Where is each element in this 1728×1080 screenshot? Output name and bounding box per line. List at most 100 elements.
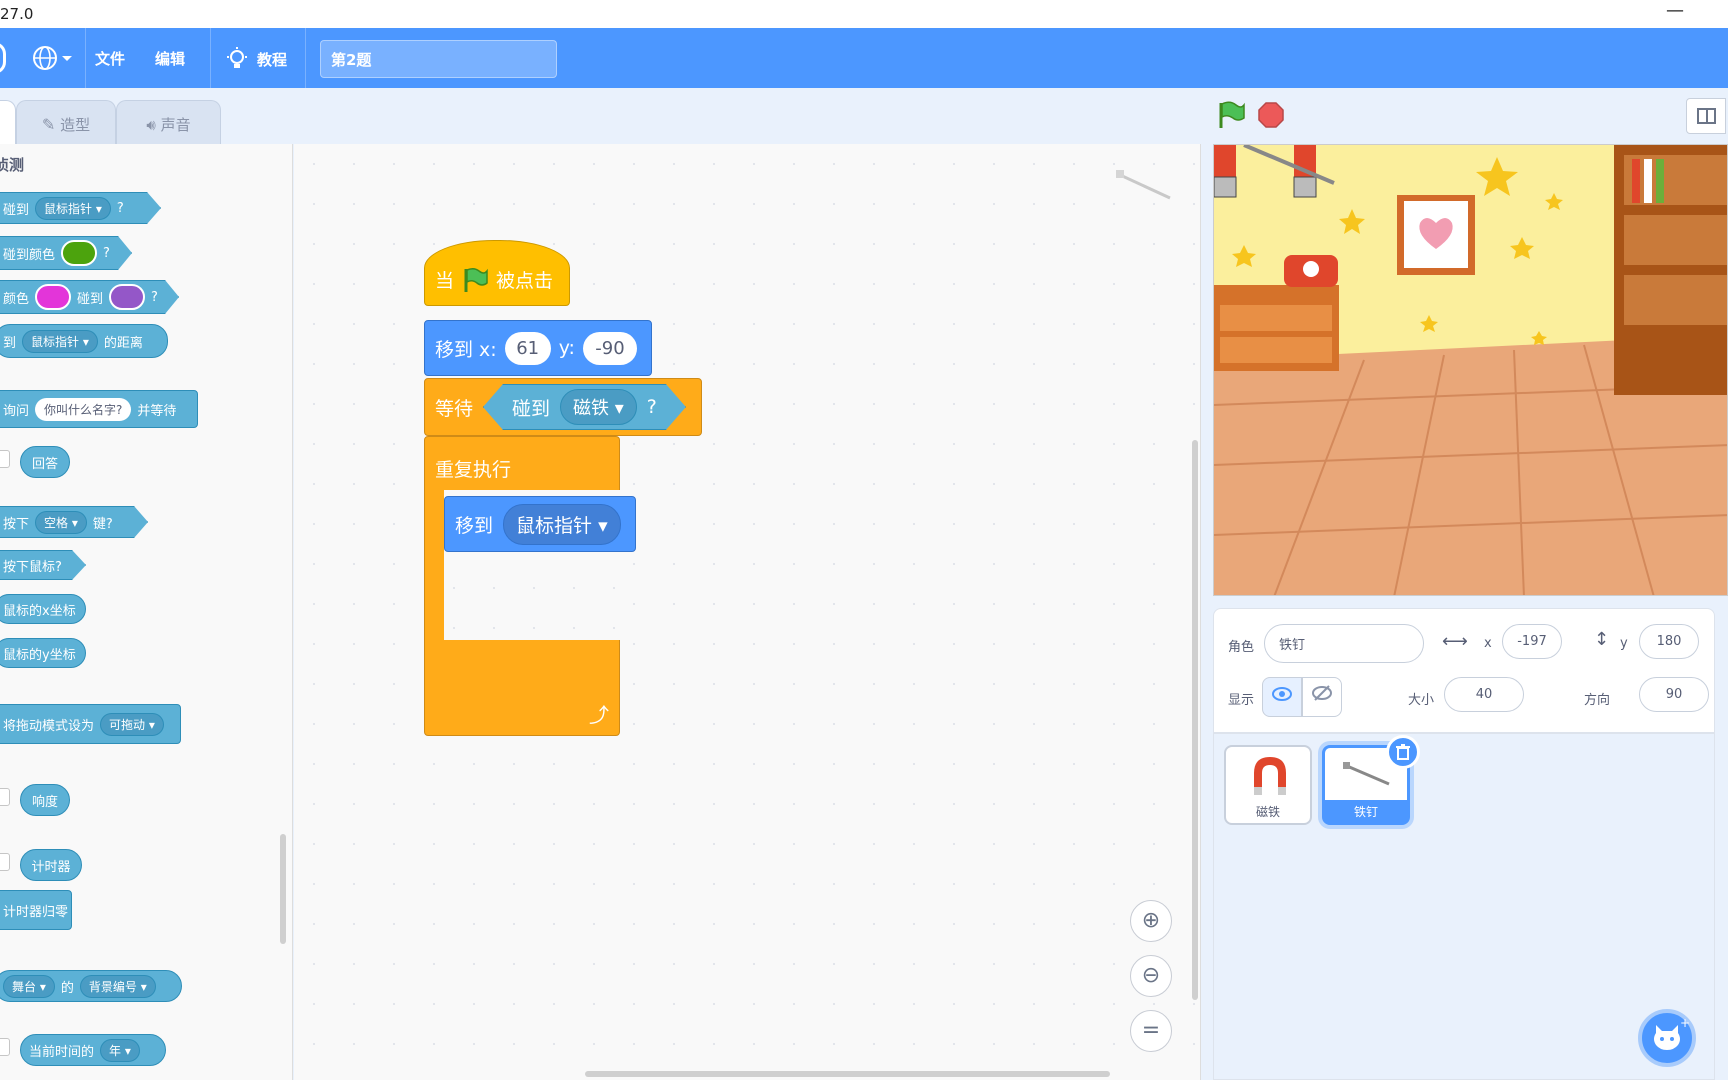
dropdown-current-unit[interactable]: 年 ▾: [100, 1038, 140, 1062]
dropdown-distance-target[interactable]: 鼠标指针 ▾: [22, 329, 98, 353]
zoom-reset-button[interactable]: =: [1130, 1010, 1172, 1052]
block-distance-to[interactable]: 到 鼠标指针 ▾ 的距离: [0, 324, 168, 358]
block-color-touching-color[interactable]: 颜色 碰到 ?: [0, 280, 179, 314]
sprite-y-input[interactable]: 180: [1639, 624, 1699, 659]
add-sprite-button[interactable]: +: [1638, 1009, 1696, 1067]
color-swatch[interactable]: [109, 284, 145, 310]
dropdown-value: 鼠标指针: [31, 334, 80, 349]
block-text: 计时器归零: [3, 904, 69, 920]
tab-sounds[interactable]: 🔊︎ 声音: [116, 100, 221, 144]
block-text: 碰到: [77, 291, 104, 307]
language-menu[interactable]: [32, 44, 76, 72]
block-timer[interactable]: 计时器: [20, 849, 82, 881]
dropdown-touching-object[interactable]: 磁铁 ▾: [560, 389, 637, 425]
ask-input[interactable]: 你叫什么名字?: [35, 397, 132, 421]
sprite-name-input[interactable]: 铁钉: [1264, 624, 1424, 663]
edit-menu[interactable]: 编辑: [155, 48, 185, 69]
trash-icon: [1396, 744, 1410, 760]
dropdown-value: 年: [109, 1043, 122, 1058]
block-text: 计时器: [31, 859, 71, 875]
color-swatch[interactable]: [35, 284, 71, 310]
block-of[interactable]: 舞台 ▾ 的 背景编号 ▾: [0, 970, 182, 1002]
dropdown-touching-target[interactable]: 鼠标指针 ▾: [35, 197, 111, 220]
sprite-direction-input[interactable]: 90: [1639, 677, 1709, 712]
dropdown-of-target[interactable]: 舞台 ▾: [3, 974, 55, 998]
globe-icon: [33, 46, 72, 70]
small-stage-button[interactable]: [1686, 98, 1726, 134]
sprite-thumbnail-magnet[interactable]: 磁铁: [1224, 745, 1312, 825]
block-text: 移到: [455, 514, 494, 537]
dropdown-of-property[interactable]: 背景编号 ▾: [79, 974, 156, 998]
current-time-checkbox[interactable]: [0, 1038, 10, 1056]
block-text: 鼠标的y坐标: [3, 647, 76, 663]
dropdown-go-to-target[interactable]: 鼠标指针 ▾: [503, 503, 621, 545]
minimize-button[interactable]: —: [1666, 0, 1684, 21]
block-text: 碰到: [512, 397, 551, 420]
workspace-vertical-scrollbar[interactable]: [1192, 440, 1198, 1000]
block-text: 当: [435, 270, 455, 292]
block-touching[interactable]: 碰到 鼠标指针 ▾ ?: [0, 192, 161, 224]
eye-slash-icon: [1312, 685, 1332, 701]
block-reset-timer[interactable]: 计时器归零: [0, 890, 72, 930]
color-swatch[interactable]: [61, 240, 97, 266]
timer-checkbox[interactable]: [0, 853, 10, 871]
show-sprite-button[interactable]: [1262, 677, 1302, 717]
block-go-to-xy[interactable]: 移到 x: 61 y: -90: [424, 320, 652, 376]
block-mouse-y[interactable]: 鼠标的y坐标: [0, 638, 86, 668]
block-text: ?: [646, 396, 657, 418]
block-mouse-x[interactable]: 鼠标的x坐标: [0, 594, 86, 624]
cat-add-icon: +: [1654, 1016, 1690, 1050]
x-value-input[interactable]: 61: [504, 331, 551, 365]
brush-icon: ✎: [41, 115, 56, 134]
block-touching-magnet[interactable]: 碰到 磁铁 ▾ ?: [483, 384, 686, 430]
delete-sprite-button[interactable]: [1386, 735, 1420, 769]
block-set-drag-mode[interactable]: 将拖动模式设为 可拖动 ▾: [0, 704, 181, 744]
vertical-arrows-icon: ↕: [1594, 629, 1610, 650]
workspace-horizontal-scrollbar[interactable]: [585, 1071, 1110, 1077]
answer-checkbox[interactable]: [0, 450, 10, 468]
sprite-x-input[interactable]: -197: [1502, 624, 1562, 659]
block-text: 询问: [3, 403, 30, 419]
block-text: ?: [103, 245, 110, 261]
block-mouse-down[interactable]: 按下鼠标?: [0, 550, 86, 580]
loop-arrow-icon: ⤴: [589, 703, 609, 727]
block-key-pressed[interactable]: 按下 空格 ▾ 键?: [0, 506, 148, 538]
eye-icon: [1272, 687, 1292, 701]
block-text: 等待: [435, 397, 474, 420]
svg-text:+: +: [1680, 1016, 1690, 1030]
app-version: 27.0: [0, 5, 34, 23]
show-label: 显示: [1228, 693, 1255, 708]
palette-scrollbar[interactable]: [280, 834, 286, 944]
tab-costumes[interactable]: ✎ 造型: [16, 100, 116, 144]
block-text: 鼠标的x坐标: [3, 603, 76, 619]
stop-icon[interactable]: [1258, 102, 1284, 128]
block-text: 颜色: [3, 291, 30, 307]
loudness-checkbox[interactable]: [0, 788, 10, 806]
block-answer[interactable]: 回答: [20, 446, 70, 478]
block-touching-color[interactable]: 碰到颜色 ?: [0, 236, 132, 270]
zoom-in-button[interactable]: ⊕: [1130, 900, 1172, 942]
size-label: 大小: [1408, 693, 1435, 708]
file-menu[interactable]: 文件: [95, 48, 125, 69]
tab-code[interactable]: [0, 100, 16, 144]
block-current-time[interactable]: 当前时间的 年 ▾: [20, 1034, 166, 1066]
y-value-input[interactable]: -90: [582, 331, 637, 365]
block-go-to[interactable]: 移到 鼠标指针 ▾: [444, 496, 636, 552]
zoom-out-button[interactable]: ⊖: [1130, 955, 1172, 997]
hide-sprite-button[interactable]: [1302, 677, 1342, 717]
dropdown-drag-mode[interactable]: 可拖动 ▾: [100, 712, 164, 736]
block-wait-until[interactable]: 等待 碰到 磁铁 ▾ ?: [424, 378, 702, 436]
dropdown-value: 舞台: [12, 979, 37, 994]
scratch-logo[interactable]: [0, 42, 6, 74]
project-title-input[interactable]: 第2题: [320, 40, 557, 78]
dropdown-key[interactable]: 空格 ▾: [35, 511, 87, 534]
block-ask-and-wait[interactable]: 询问 你叫什么名字? 并等待: [0, 390, 198, 428]
sprite-size-input[interactable]: 40: [1444, 677, 1524, 712]
green-flag-icon[interactable]: [1216, 100, 1246, 130]
block-when-flag-clicked[interactable]: 当 被点击: [424, 240, 570, 306]
stage[interactable]: [1213, 144, 1728, 596]
tutorials-button[interactable]: 教程: [225, 44, 287, 74]
block-loudness[interactable]: 响度: [20, 784, 70, 816]
code-workspace[interactable]: 当 被点击 移到 x: 61 y: -90 等待 碰到 磁铁 ▾ ? 重复执行 …: [294, 144, 1201, 1080]
sprite-name: 磁铁: [1255, 805, 1280, 819]
